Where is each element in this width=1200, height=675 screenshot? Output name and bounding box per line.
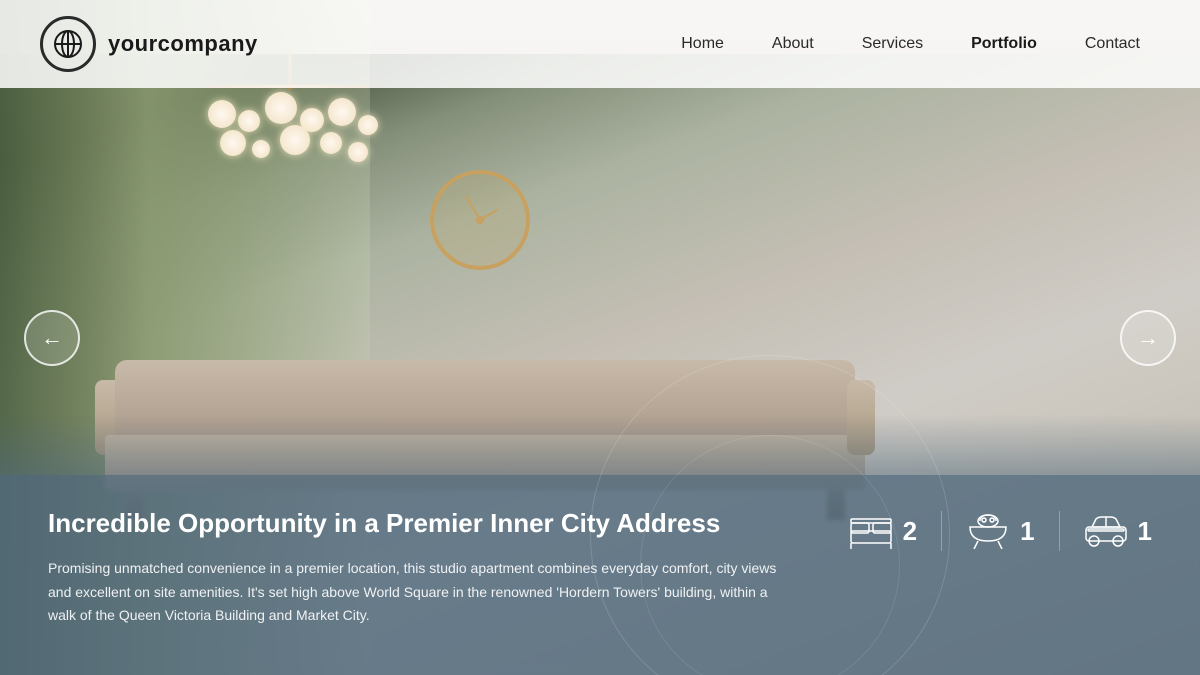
logo-area: yourcompany xyxy=(40,16,258,72)
navigation: yourcompany Home About Services Portfoli… xyxy=(0,0,1200,88)
nav-portfolio[interactable]: Portfolio xyxy=(951,27,1057,61)
listing-description: Promising unmatched convenience in a pre… xyxy=(48,557,788,628)
nav-contact[interactable]: Contact xyxy=(1065,27,1160,61)
listing-title: Incredible Opportunity in a Premier Inne… xyxy=(48,507,809,541)
hero-section: yourcompany Home About Services Portfoli… xyxy=(0,0,1200,675)
stat-cars: 1 xyxy=(1084,513,1152,549)
next-slide-button[interactable]: → xyxy=(1120,310,1176,366)
nav-home[interactable]: Home xyxy=(661,27,744,61)
listing-info-panel: Incredible Opportunity in a Premier Inne… xyxy=(0,475,1200,675)
stat-divider-1 xyxy=(941,511,942,551)
nav-about[interactable]: About xyxy=(752,27,834,61)
beds-count: 2 xyxy=(903,516,917,547)
bed-icon xyxy=(849,513,893,549)
nav-links: Home About Services Portfolio Contact xyxy=(661,27,1160,61)
baths-count: 1 xyxy=(1020,516,1034,547)
listing-text: Incredible Opportunity in a Premier Inne… xyxy=(48,507,849,628)
prev-slide-button[interactable]: ← xyxy=(24,310,80,366)
car-icon xyxy=(1084,513,1128,549)
logo-icon xyxy=(40,16,96,72)
listing-stats: 2 1 xyxy=(849,507,1152,551)
next-arrow-icon: → xyxy=(1137,325,1159,351)
bath-icon xyxy=(966,513,1010,549)
nav-services[interactable]: Services xyxy=(842,27,943,61)
wall-clock xyxy=(430,170,530,270)
prev-arrow-icon: ← xyxy=(41,325,63,351)
cars-count: 1 xyxy=(1138,516,1152,547)
stat-divider-2 xyxy=(1059,511,1060,551)
stat-beds: 2 xyxy=(849,513,917,549)
brand-name: yourcompany xyxy=(108,31,258,57)
stat-baths: 1 xyxy=(966,513,1034,549)
